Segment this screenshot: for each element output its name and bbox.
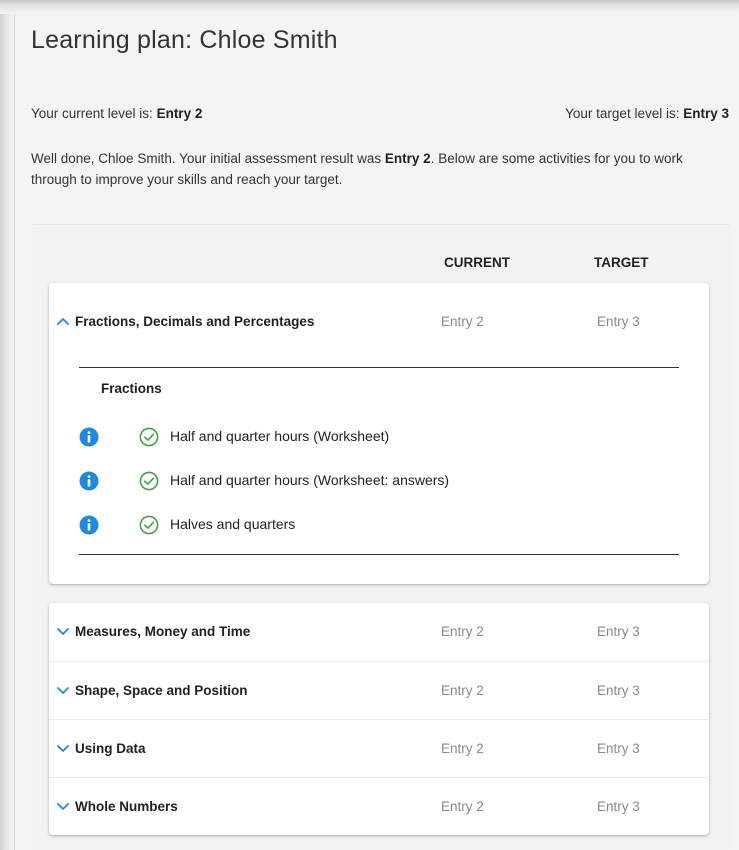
info-icon[interactable]: [79, 427, 99, 447]
topic-label: Measures, Money and Time: [75, 624, 251, 639]
topic-label: Shape, Space and Position: [75, 683, 248, 698]
chevron-down-icon: [57, 745, 69, 752]
target-level: Your target level is: Entry 3: [565, 106, 729, 121]
topic-current-level: Entry 2: [441, 314, 484, 329]
activity-item: Halves and quarters: [79, 513, 679, 537]
intro-text: Well done, Chloe Smith. Your initial ass…: [31, 148, 727, 190]
target-level-label: Your target level is:: [565, 106, 684, 121]
learning-plan-table: CURRENT TARGET Fractions, Decimals and P…: [31, 224, 731, 850]
chevron-down-icon: [57, 687, 69, 694]
intro-result-level: Entry 2: [384, 151, 431, 166]
topic-current-level: Entry 2: [441, 683, 484, 698]
topic-label: Using Data: [75, 741, 146, 756]
topic-current-level: Entry 2: [441, 624, 484, 639]
chevron-down-icon: [57, 628, 69, 635]
topic-target-level: Entry 3: [597, 741, 640, 756]
current-level-value: Entry 2: [156, 106, 203, 121]
subsection-title: Fractions: [101, 381, 162, 396]
check-circle-icon: [139, 427, 159, 447]
topic-row-fractions[interactable]: Fractions, Decimals and Percentages Entr…: [49, 293, 709, 351]
topic-row-shape[interactable]: Shape, Space and Position Entry 2 Entry …: [49, 661, 709, 719]
topic-target-level: Entry 3: [597, 799, 640, 814]
check-circle-icon: [139, 471, 159, 491]
chevron-up-icon: [57, 318, 69, 325]
info-icon[interactable]: [79, 471, 99, 491]
current-level: Your current level is: Entry 2: [31, 106, 202, 121]
topic-label: Whole Numbers: [75, 799, 178, 814]
topic-card-expanded: Fractions, Decimals and Percentages Entr…: [49, 283, 709, 584]
activity-item: Half and quarter hours (Worksheet: answe…: [79, 469, 679, 493]
topic-list-card: Measures, Money and Time Entry 2 Entry 3…: [49, 603, 709, 835]
window-top-edge: [0, 0, 739, 14]
topic-row-measures[interactable]: Measures, Money and Time Entry 2 Entry 3: [49, 603, 709, 661]
topic-row-using-data[interactable]: Using Data Entry 2 Entry 3: [49, 719, 709, 777]
check-circle-icon: [139, 515, 159, 535]
activity-link[interactable]: Half and quarter hours (Worksheet): [170, 428, 389, 444]
topic-label: Fractions, Decimals and Percentages: [75, 314, 315, 329]
level-summary: Your current level is: Entry 2 Your targ…: [31, 106, 729, 121]
target-level-value: Entry 3: [683, 106, 729, 121]
activity-item: Half and quarter hours (Worksheet): [79, 425, 679, 449]
column-header-target: TARGET: [594, 255, 649, 270]
current-level-label: Your current level is:: [31, 106, 157, 121]
page-title: Learning plan: Chloe Smith: [31, 26, 338, 54]
column-header-current: CURRENT: [444, 255, 510, 270]
topic-current-level: Entry 2: [441, 741, 484, 756]
section-divider-bottom: [79, 554, 679, 555]
activity-link[interactable]: Half and quarter hours (Worksheet: answe…: [170, 472, 449, 488]
info-icon[interactable]: [79, 515, 99, 535]
topic-target-level: Entry 3: [597, 683, 640, 698]
section-divider-top: [79, 367, 679, 368]
topic-row-whole-numbers[interactable]: Whole Numbers Entry 2 Entry 3: [49, 777, 709, 835]
topic-current-level: Entry 2: [441, 799, 484, 814]
intro-text-part1: Well done, Chloe Smith. Your initial ass…: [31, 151, 385, 166]
topic-target-level: Entry 3: [597, 624, 640, 639]
topic-target-level: Entry 3: [597, 314, 640, 329]
activity-link[interactable]: Halves and quarters: [170, 516, 295, 532]
learning-plan-page: Learning plan: Chloe Smith Your current …: [14, 14, 739, 850]
chevron-down-icon: [57, 803, 69, 810]
